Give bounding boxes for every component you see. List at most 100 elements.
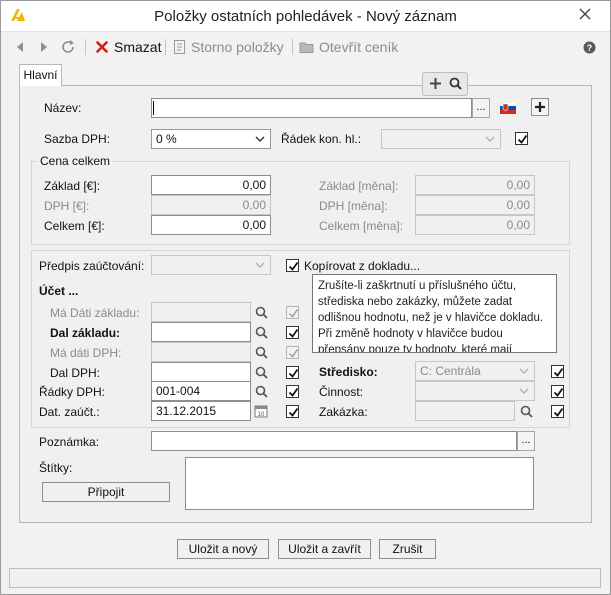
toolbar-separator [165, 39, 166, 55]
ma-dati-dph-input[interactable] [151, 342, 251, 362]
stredisko-label: Středisko: [319, 365, 378, 379]
open-pricelist-label: Otevřít ceník [319, 39, 399, 55]
tab-hlavni-label: Hlavní [23, 68, 58, 82]
chevron-down-icon [517, 383, 531, 399]
sazba-dph-label: Sazba DPH: [44, 132, 111, 146]
radky-dph-input[interactable]: 001-004 [151, 381, 251, 401]
search-icon[interactable] [252, 302, 270, 322]
ma-dati-dph-checkbox[interactable] [286, 346, 299, 359]
slovak-flag-icon[interactable] [499, 101, 517, 117]
radek-kon-hl-checkbox[interactable] [515, 132, 528, 145]
dal-dph-input[interactable] [151, 362, 251, 382]
radek-kon-hl-select[interactable] [381, 129, 501, 149]
cinnost-label: Činnost: [319, 385, 364, 399]
dal-zakladu-checkbox[interactable] [286, 326, 299, 339]
cancel-button[interactable]: Zrušit [379, 539, 436, 559]
svg-text:10: 10 [258, 412, 265, 418]
stredisko-value: C: Centrála [420, 364, 481, 378]
predpis-label: Předpis zaúčtování: [39, 259, 145, 273]
search-icon[interactable] [252, 322, 270, 342]
svg-text:?: ? [587, 43, 593, 53]
dph-mena-input[interactable]: 0,00 [415, 195, 535, 215]
chevron-down-icon [253, 131, 267, 147]
save-close-button[interactable]: Uložit a zavřít [278, 539, 371, 559]
pripojit-button[interactable]: Připojit [42, 482, 170, 502]
folder-icon [299, 40, 315, 54]
stredisko-select[interactable]: C: Centrála [415, 361, 535, 381]
arrow-right-icon[interactable] [39, 38, 49, 56]
toolbar: Smazat Storno položky Otevřít ceník ? [1, 32, 610, 62]
zaklad-input[interactable]: 0,00 [151, 175, 271, 195]
arrow-left-icon[interactable] [15, 38, 25, 56]
ma-dati-zakladu-checkbox[interactable] [286, 306, 299, 319]
radky-dph-checkbox[interactable] [286, 385, 299, 398]
celkem-mena-label: Celkem [měna]: [319, 219, 404, 233]
zaklad-mena-label: Základ [měna]: [319, 179, 399, 193]
dialog-window: Položky ostatních pohledávek - Nový zázn… [0, 0, 611, 595]
toolbar-separator [292, 39, 293, 55]
dal-zakladu-input[interactable] [151, 322, 251, 342]
storno-label: Storno položky [191, 39, 284, 55]
celkem-input[interactable]: 0,00 [151, 215, 271, 235]
celkem-mena-input[interactable]: 0,00 [415, 215, 535, 235]
search-icon[interactable] [252, 381, 270, 401]
window-title: Položky ostatních pohledávek - Nový zázn… [154, 8, 457, 25]
stredisko-checkbox[interactable] [551, 365, 564, 378]
dph-label: DPH [€]: [44, 199, 90, 213]
dal-zakladu-label: Dal základu: [50, 326, 121, 340]
zakazka-checkbox[interactable] [551, 405, 564, 418]
dat-zauct-input[interactable]: 31.12.2015 [151, 401, 251, 421]
predpis-select[interactable] [151, 255, 271, 275]
search-icon[interactable] [449, 77, 462, 93]
zaklad-mena-input[interactable]: 0,00 [415, 175, 535, 195]
nazev-input[interactable] [151, 98, 472, 118]
dal-dph-checkbox[interactable] [286, 366, 299, 379]
stitky-box[interactable] [185, 457, 534, 510]
search-icon[interactable] [252, 362, 270, 382]
toolbar-separator [85, 39, 86, 55]
close-x-icon[interactable] [574, 5, 596, 27]
save-new-button[interactable]: Uložit a nový [177, 539, 269, 559]
delete-x-icon [96, 41, 108, 53]
delete-label: Smazat [114, 39, 162, 55]
poznamka-input[interactable] [151, 431, 517, 451]
open-pricelist-button[interactable]: Otevřít ceník [299, 38, 398, 56]
nazev-label: Název: [44, 101, 82, 115]
zakazka-input[interactable] [415, 401, 515, 421]
chevron-down-icon [517, 363, 531, 379]
refresh-icon[interactable] [60, 38, 76, 56]
celkem-label: Celkem [€]: [44, 219, 105, 233]
kopirovat-label[interactable]: Kopírovat z dokladu... [304, 259, 420, 273]
delete-button[interactable]: Smazat [96, 38, 161, 56]
help-icon[interactable]: ? [583, 38, 596, 56]
kopirovat-checkbox[interactable] [286, 259, 299, 272]
ma-dati-zakladu-input[interactable] [151, 302, 251, 322]
title-bar: Položky ostatních pohledávek - Nový zázn… [1, 1, 610, 32]
tab-hlavni[interactable]: Hlavní [19, 64, 62, 86]
plus-icon[interactable] [429, 77, 442, 93]
dat-zauct-checkbox[interactable] [286, 405, 299, 418]
nazev-add-button[interactable] [531, 98, 549, 116]
search-icon[interactable] [252, 342, 270, 362]
storno-icon [173, 39, 187, 55]
zaklad-label: Základ [€]: [44, 179, 101, 193]
dal-dph-label: Dal DPH: [50, 366, 101, 380]
search-icon[interactable] [517, 401, 535, 421]
chevron-down-icon [483, 131, 497, 147]
pane-tools [422, 72, 468, 96]
dph-mena-label: DPH [měna]: [319, 199, 388, 213]
calendar-icon[interactable]: 10 [252, 401, 270, 421]
dph-input[interactable]: 0,00 [151, 195, 271, 215]
cinnost-checkbox[interactable] [551, 385, 564, 398]
poznamka-label: Poznámka: [39, 435, 100, 449]
sazba-dph-select[interactable]: 0 % [151, 129, 271, 149]
ucet-title: Účet ... [39, 284, 79, 298]
status-bar [9, 568, 601, 588]
ma-dati-zakladu-label: Má Dáti základu: [50, 306, 140, 320]
poznamka-more-button[interactable]: ... [517, 431, 535, 451]
storno-button[interactable]: Storno položky [173, 38, 284, 56]
dat-zauct-label: Dat. zaúčt.: [39, 405, 100, 419]
nazev-more-button[interactable]: ... [472, 98, 490, 118]
radky-dph-label: Řádky DPH: [39, 385, 106, 399]
cinnost-select[interactable] [415, 381, 535, 401]
